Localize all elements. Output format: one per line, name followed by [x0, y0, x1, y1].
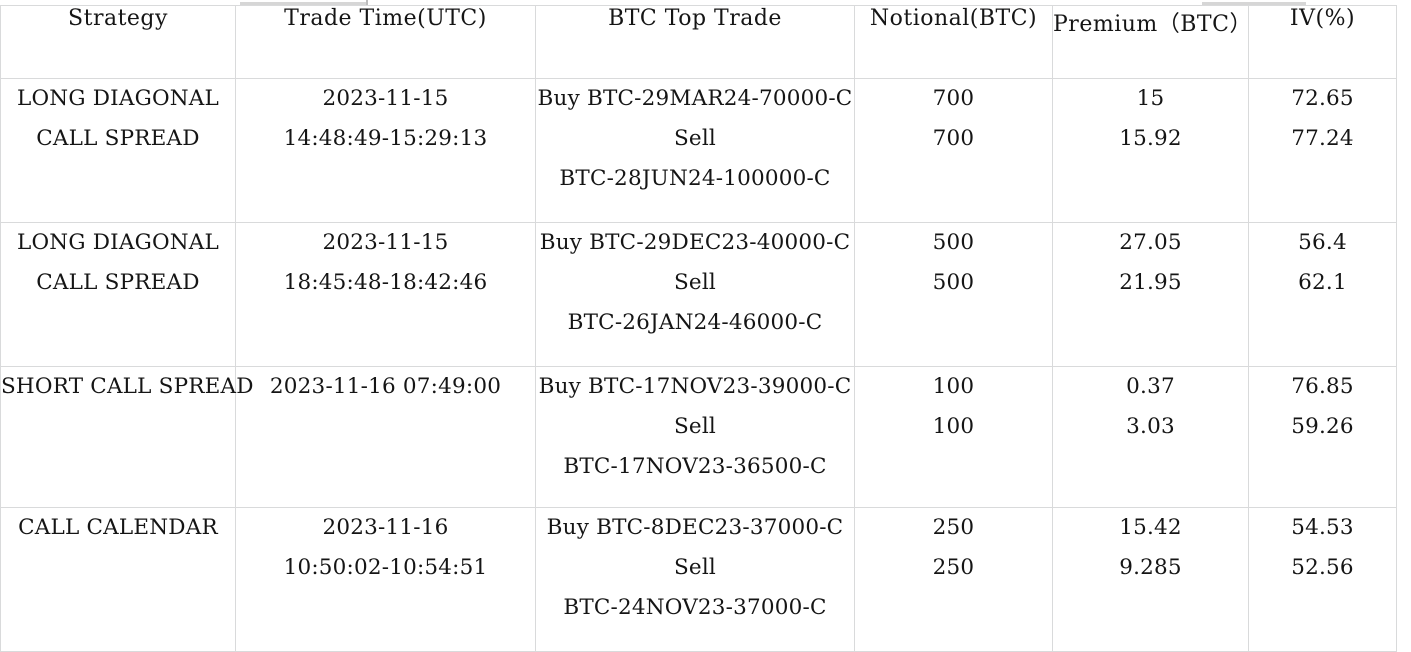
column-header-btc-top-trade[interactable]: BTC Top Trade [535, 5, 855, 79]
iv-leg-2: 52.56 [1291, 555, 1354, 580]
column-header-premium[interactable]: Premium（BTC） [1052, 5, 1251, 79]
cell-notional[interactable]: 700 700 [854, 78, 1053, 223]
trade-sell-leg: BTC-17NOV23-36500-C [563, 454, 827, 479]
cell-strategy[interactable]: SHORT CALL SPREAD [0, 366, 254, 508]
cell-iv[interactable]: 54.53 52.56 [1248, 507, 1397, 652]
trade-date: 2023-11-15 [322, 86, 449, 111]
trade-date: 2023-11-16 07:49:00 [269, 374, 502, 399]
table-body: LONG DIAGONAL CALL SPREAD 2023-11-15 14:… [0, 78, 1397, 652]
trade-sell-leg: BTC-24NOV23-37000-C [563, 595, 827, 620]
notional-leg-2: 700 [932, 126, 975, 151]
trade-time-range: 14:48:49-15:29:13 [283, 126, 488, 151]
notional-leg-1: 250 [932, 515, 975, 540]
strategy-line-1: CALL CALENDAR [18, 515, 218, 540]
trade-sell-label: Sell [673, 555, 716, 580]
cell-notional[interactable]: 250 250 [854, 507, 1053, 652]
trade-time-range: 10:50:02-10:54:51 [283, 555, 488, 580]
strategy-line-1: LONG DIAGONAL [17, 230, 219, 255]
premium-leg-2: 3.03 [1126, 414, 1175, 439]
trade-buy-leg: Buy BTC-8DEC23-37000-C [546, 515, 844, 540]
iv-leg-1: 56.4 [1298, 230, 1347, 255]
cell-premium[interactable]: 15 15.92 [1052, 78, 1249, 223]
table-header: Strategy Trade Time(UTC) BTC Top Trade N… [0, 5, 1397, 79]
trade-buy-leg: Buy BTC-29DEC23-40000-C [539, 230, 851, 255]
premium-leg-1: 15.42 [1119, 515, 1182, 540]
iv-leg-1: 54.53 [1291, 515, 1354, 540]
cell-premium[interactable]: 15.42 9.285 [1052, 507, 1249, 652]
header-row: Strategy Trade Time(UTC) BTC Top Trade N… [0, 5, 1397, 79]
premium-leg-1: 27.05 [1119, 230, 1182, 255]
notional-leg-2: 100 [932, 414, 975, 439]
strategy-line-2: CALL SPREAD [36, 270, 200, 295]
cell-iv[interactable]: 56.4 62.1 [1248, 222, 1397, 367]
cell-notional[interactable]: 500 500 [854, 222, 1053, 367]
strategy-line-1: LONG DIAGONAL [17, 86, 219, 111]
cell-premium[interactable]: 27.05 21.95 [1052, 222, 1249, 367]
premium-leg-1: 15 [1136, 86, 1165, 111]
notional-leg-2: 500 [932, 270, 975, 295]
trade-sell-label: Sell [673, 270, 716, 295]
column-header-trade-time[interactable]: Trade Time(UTC) [235, 5, 536, 79]
trade-sell-leg: BTC-26JAN24-46000-C [567, 310, 823, 335]
spreadsheet-canvas: Strategy Trade Time(UTC) BTC Top Trade N… [0, 0, 1411, 652]
trade-buy-leg: Buy BTC-29MAR24-70000-C [537, 86, 853, 111]
trade-sell-leg: BTC-28JUN24-100000-C [559, 166, 831, 191]
cell-top-trade[interactable]: Buy BTC-29MAR24-70000-C Sell BTC-28JUN24… [535, 78, 855, 223]
strategy-line-2: CALL SPREAD [36, 126, 200, 151]
iv-leg-1: 72.65 [1291, 86, 1354, 111]
column-header-iv[interactable]: IV(%) [1248, 5, 1397, 79]
cell-notional[interactable]: 100 100 [854, 366, 1053, 508]
iv-leg-1: 76.85 [1291, 374, 1354, 399]
cell-strategy[interactable]: CALL CALENDAR [0, 507, 236, 652]
table-row: LONG DIAGONAL CALL SPREAD 2023-11-15 18:… [0, 222, 1397, 367]
premium-leg-2: 9.285 [1119, 555, 1182, 580]
notional-leg-1: 700 [932, 86, 975, 111]
cell-trade-time[interactable]: 2023-11-15 14:48:49-15:29:13 [235, 78, 536, 223]
notional-leg-1: 100 [932, 374, 975, 399]
cell-iv[interactable]: 76.85 59.26 [1248, 366, 1397, 508]
column-header-notional[interactable]: Notional(BTC) [854, 5, 1053, 79]
cell-trade-time[interactable]: 2023-11-16 07:49:00 [235, 366, 536, 508]
cell-strategy[interactable]: LONG DIAGONAL CALL SPREAD [0, 78, 236, 223]
trade-sell-label: Sell [673, 126, 716, 151]
trade-date: 2023-11-15 [322, 230, 449, 255]
cell-premium[interactable]: 0.37 3.03 [1052, 366, 1249, 508]
iv-leg-2: 59.26 [1291, 414, 1354, 439]
trade-sell-label: Sell [673, 414, 716, 439]
iv-leg-2: 62.1 [1298, 270, 1347, 295]
trade-time-range: 18:45:48-18:42:46 [283, 270, 488, 295]
iv-leg-2: 77.24 [1291, 126, 1354, 151]
cell-top-trade[interactable]: Buy BTC-17NOV23-39000-C Sell BTC-17NOV23… [535, 366, 855, 508]
cell-top-trade[interactable]: Buy BTC-8DEC23-37000-C Sell BTC-24NOV23-… [535, 507, 855, 652]
table-row: SHORT CALL SPREAD 2023-11-16 07:49:00 Bu… [0, 366, 1397, 508]
btc-top-trades-table: Strategy Trade Time(UTC) BTC Top Trade N… [0, 5, 1397, 652]
cell-trade-time[interactable]: 2023-11-16 10:50:02-10:54:51 [235, 507, 536, 652]
trade-buy-leg: Buy BTC-17NOV23-39000-C [538, 374, 852, 399]
premium-leg-2: 21.95 [1119, 270, 1182, 295]
notional-leg-2: 250 [932, 555, 975, 580]
cell-trade-time[interactable]: 2023-11-15 18:45:48-18:42:46 [235, 222, 536, 367]
table-row: CALL CALENDAR 2023-11-16 10:50:02-10:54:… [0, 507, 1397, 652]
cell-top-trade[interactable]: Buy BTC-29DEC23-40000-C Sell BTC-26JAN24… [535, 222, 855, 367]
premium-leg-1: 0.37 [1126, 374, 1175, 399]
table-row: LONG DIAGONAL CALL SPREAD 2023-11-15 14:… [0, 78, 1397, 223]
strategy-line-1: SHORT CALL SPREAD [1, 374, 254, 399]
trade-date: 2023-11-16 [322, 515, 449, 540]
premium-leg-2: 15.92 [1119, 126, 1182, 151]
notional-leg-1: 500 [932, 230, 975, 255]
cell-iv[interactable]: 72.65 77.24 [1248, 78, 1397, 223]
cell-strategy[interactable]: LONG DIAGONAL CALL SPREAD [0, 222, 236, 367]
column-header-strategy[interactable]: Strategy [0, 5, 236, 79]
